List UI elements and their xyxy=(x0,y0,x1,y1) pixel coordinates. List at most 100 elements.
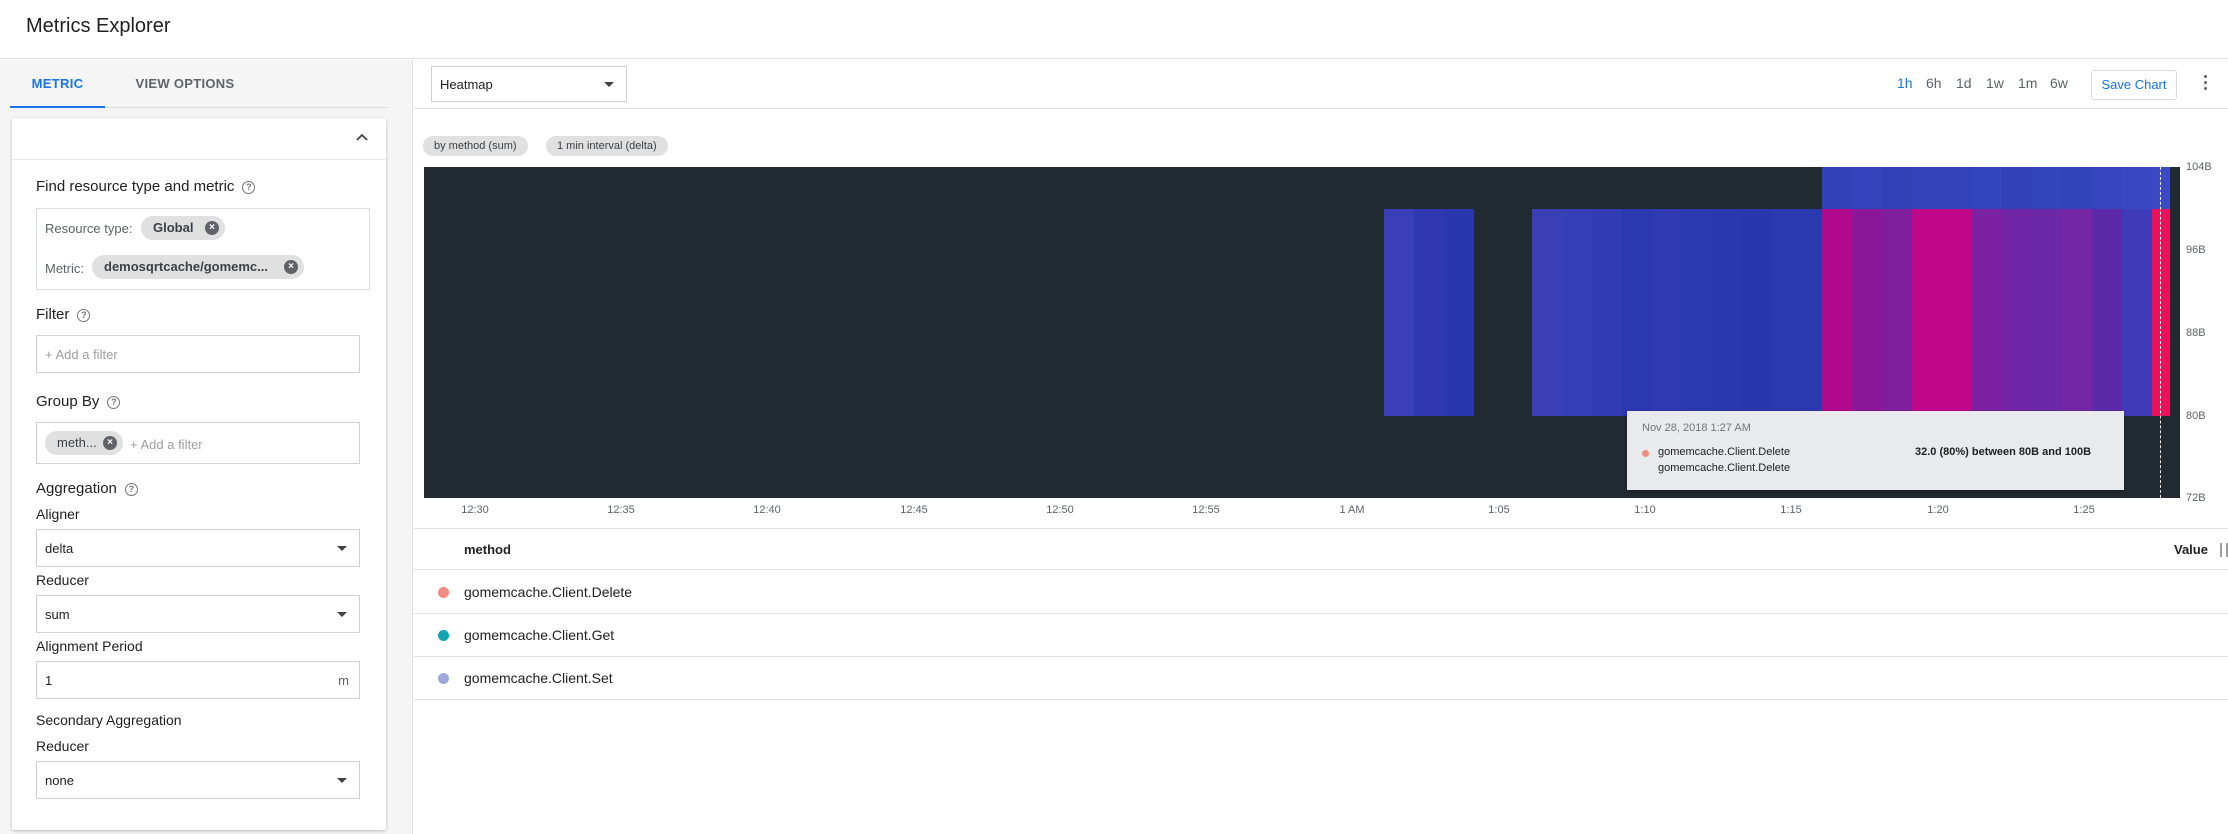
aligner-value: delta xyxy=(45,541,74,556)
legend-row[interactable]: gomemcache.Client.Get xyxy=(414,614,2228,657)
filter-input[interactable]: + Add a filter xyxy=(36,335,360,373)
heatmap-cell xyxy=(1972,209,2002,416)
x-tick-label: 12:45 xyxy=(900,504,928,516)
more-options-icon[interactable] xyxy=(2204,75,2208,93)
heatmap-cell xyxy=(1772,209,1797,416)
tab-metric[interactable]: METRIC xyxy=(10,60,105,108)
heatmap-cell xyxy=(2002,209,2032,416)
range-1d[interactable]: 1d xyxy=(1956,75,1972,91)
dropdown-arrow-icon xyxy=(604,82,614,87)
heatmap-cell xyxy=(1822,167,1852,209)
x-tick-label: 12:50 xyxy=(1046,504,1074,516)
alignment-period-label: Alignment Period xyxy=(36,638,143,654)
current-time-line xyxy=(2160,167,2161,498)
help-icon[interactable]: ? xyxy=(77,308,91,322)
secondary-reducer-select[interactable]: none xyxy=(36,761,360,799)
heatmap-cell xyxy=(1852,209,1882,416)
heatmap-cell xyxy=(2032,209,2062,416)
heatmap-cell xyxy=(1622,209,1652,416)
x-tick-label: 1:10 xyxy=(1634,504,1656,516)
alignment-period-input[interactable]: 1 m xyxy=(36,661,360,699)
column-picker-icon[interactable] xyxy=(2220,543,2228,557)
legend-header: method Value xyxy=(414,528,2228,570)
heatmap-cell xyxy=(1384,209,1414,416)
chart-toolbar: Heatmap 1h 6h 1d 1w 1m 6w Save Chart xyxy=(414,60,2228,109)
aligner-select[interactable]: delta xyxy=(36,529,360,567)
group-by-input[interactable]: meth... × + Add a filter xyxy=(36,422,360,464)
tooltip-series-name: gomemcache.Client.Delete xyxy=(1658,462,1791,474)
legend-row[interactable]: gomemcache.Client.Set xyxy=(414,657,2228,700)
range-6h[interactable]: 6h xyxy=(1926,75,1942,91)
heatmap-cell xyxy=(1912,209,1942,416)
x-tick-label: 12:35 xyxy=(607,504,635,516)
x-tick-label: 1:25 xyxy=(2073,504,2095,516)
dropdown-arrow-icon xyxy=(337,612,347,617)
heatmap-cell xyxy=(1972,167,2002,209)
heatmap-cell xyxy=(1882,167,1912,209)
reducer-value: sum xyxy=(45,607,70,622)
heatmap-cell xyxy=(1912,167,1942,209)
secondary-reducer-value: none xyxy=(45,773,74,788)
y-tick-label: 96B xyxy=(2186,244,2206,256)
interval-pill[interactable]: 1 min interval (delta) xyxy=(546,136,668,156)
chevron-up-icon[interactable] xyxy=(354,130,370,146)
metric-card: Find resource type and metric? Resource … xyxy=(12,118,386,830)
reducer-select[interactable]: sum xyxy=(36,595,360,633)
left-panel: METRIC VIEW OPTIONS Find resource type a… xyxy=(0,60,413,834)
legend-row[interactable]: gomemcache.Client.Delete xyxy=(414,571,2228,614)
chart-tooltip: Nov 28, 2018 1:27 AM gomemcache.Client.D… xyxy=(1627,411,2124,490)
y-tick-label: 88B xyxy=(2186,327,2206,339)
group-by-chip-label: meth... xyxy=(57,435,97,450)
range-1w[interactable]: 1w xyxy=(1986,75,2004,91)
top-bar: Metrics Explorer xyxy=(0,0,2228,59)
alignment-period-unit: m xyxy=(338,673,349,688)
series-color-dot xyxy=(438,587,449,598)
heatmap-cell xyxy=(1532,209,1562,416)
metric-chip[interactable]: demosqrtcache/gomemc... × xyxy=(92,255,304,279)
metric-label: Metric: xyxy=(45,261,84,276)
heatmap-cell xyxy=(1942,209,1972,416)
legend-column-method[interactable]: method xyxy=(464,542,511,557)
x-tick-label: 1:20 xyxy=(1927,504,1949,516)
legend-row-label: gomemcache.Client.Get xyxy=(464,627,615,643)
y-tick-label: 72B xyxy=(2186,492,2206,504)
heatmap-cell xyxy=(1562,209,1592,416)
heatmap-cell xyxy=(1712,209,1742,416)
filter-heading: Filter? xyxy=(36,306,91,323)
filter-label: Filter xyxy=(36,306,70,323)
help-icon[interactable]: ? xyxy=(107,395,121,409)
range-1h[interactable]: 1h xyxy=(1897,75,1913,91)
resource-type-label: Resource type: xyxy=(45,221,133,236)
range-1m[interactable]: 1m xyxy=(2018,75,2037,91)
remove-chip-icon[interactable]: × xyxy=(284,260,298,274)
heatmap-cell xyxy=(1414,209,1444,416)
heatmap-cell xyxy=(1822,209,1852,416)
chart-type-value: Heatmap xyxy=(440,77,493,92)
heatmap-cell xyxy=(1797,209,1822,416)
help-icon[interactable]: ? xyxy=(124,482,138,496)
tooltip-date: Nov 28, 2018 1:27 AM xyxy=(1642,422,1751,434)
x-tick-label: 12:30 xyxy=(461,504,489,516)
heatmap-cell xyxy=(1652,209,1682,416)
chart-type-select[interactable]: Heatmap xyxy=(431,66,627,102)
resource-metric-box[interactable]: Resource type: Global × Metric: demosqrt… xyxy=(36,208,370,290)
heatmap-cell xyxy=(2152,209,2170,416)
help-icon[interactable]: ? xyxy=(242,180,256,194)
group-by-pill[interactable]: by method (sum) xyxy=(423,136,528,156)
range-6w[interactable]: 6w xyxy=(2050,75,2068,91)
heatmap-cell xyxy=(1882,209,1912,416)
tooltip-series-dot xyxy=(1642,450,1649,457)
heatmap-cell xyxy=(2122,167,2152,209)
remove-chip-icon[interactable]: × xyxy=(205,221,219,235)
y-tick-label: 80B xyxy=(2186,410,2206,422)
remove-chip-icon[interactable]: × xyxy=(103,436,117,450)
legend-column-value[interactable]: Value xyxy=(2174,542,2208,557)
save-chart-button[interactable]: Save Chart xyxy=(2091,70,2177,100)
group-by-chip[interactable]: meth... × xyxy=(45,431,123,455)
tab-view-options[interactable]: VIEW OPTIONS xyxy=(115,60,255,108)
resource-type-chip[interactable]: Global × xyxy=(141,216,225,240)
heatmap-cell xyxy=(1592,209,1622,416)
page-title: Metrics Explorer xyxy=(26,15,171,37)
heatmap-cell xyxy=(2002,167,2032,209)
heatmap-cell xyxy=(1852,167,1882,209)
